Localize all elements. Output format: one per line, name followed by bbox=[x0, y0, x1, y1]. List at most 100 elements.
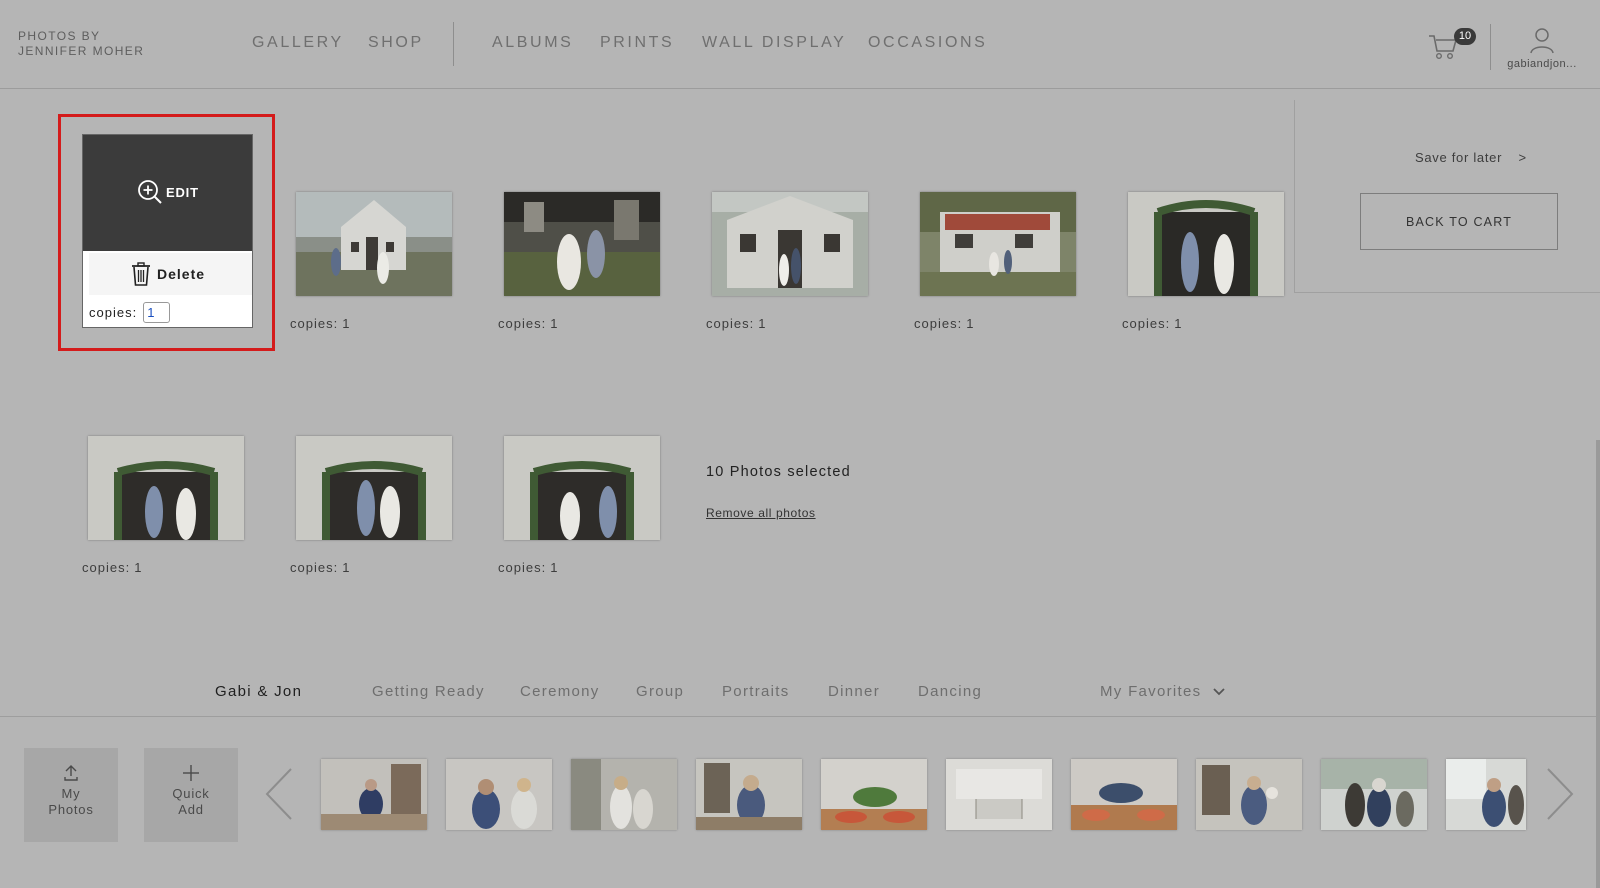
photo-image bbox=[504, 192, 660, 296]
filmstrip-image bbox=[1196, 759, 1302, 830]
filmstrip-thumbnail[interactable] bbox=[946, 759, 1052, 830]
copies-label: copies: bbox=[82, 560, 131, 575]
filmstrip-image bbox=[696, 759, 802, 830]
copies-row: copies: 1 bbox=[290, 560, 350, 575]
copies-label: copies: bbox=[706, 316, 755, 331]
nav-occasions[interactable]: OCCASIONS bbox=[868, 34, 987, 52]
filmstrip-image bbox=[446, 759, 552, 830]
edit-label-group: EDIT bbox=[137, 179, 199, 205]
copies-label: copies: bbox=[290, 560, 339, 575]
brand-line-2: JENNIFER MOHER bbox=[18, 44, 145, 58]
brand-line-1: PHOTOS BY bbox=[18, 29, 101, 43]
filmstrip-prev-arrow[interactable] bbox=[264, 766, 294, 822]
trash-icon bbox=[132, 262, 150, 286]
photos-selected-count: 10 Photos selected bbox=[706, 464, 851, 480]
brand-logo[interactable]: PHOTOS BY JENNIFER MOHER bbox=[18, 29, 144, 59]
copies-value: 1 bbox=[1174, 316, 1183, 331]
copies-row: copies: 1 bbox=[498, 560, 558, 575]
my-photos-button[interactable]: My Photos bbox=[24, 748, 118, 842]
filmstrip-thumbnail[interactable] bbox=[321, 759, 427, 830]
remove-all-photos-link[interactable]: Remove all photos bbox=[706, 506, 816, 520]
filmstrip-thumbnail[interactable] bbox=[696, 759, 802, 830]
my-favorites-dropdown[interactable]: My Favorites bbox=[1100, 683, 1225, 700]
chevron-left-icon bbox=[265, 768, 292, 820]
tabs-divider bbox=[0, 716, 1600, 717]
photo-thumbnail[interactable] bbox=[88, 436, 244, 540]
copies-input[interactable] bbox=[143, 302, 171, 323]
photo-image bbox=[712, 192, 868, 296]
filmstrip-next-arrow[interactable] bbox=[1545, 766, 1575, 822]
photo-thumbnail[interactable] bbox=[920, 192, 1076, 296]
filmstrip-thumbnail[interactable] bbox=[821, 759, 927, 830]
photo-image bbox=[920, 192, 1076, 296]
filmstrip-thumbnail[interactable] bbox=[1446, 759, 1526, 830]
filmstrip-image bbox=[946, 759, 1052, 830]
nav-prints[interactable]: PRINTS bbox=[600, 34, 674, 52]
user-account-button[interactable]: gabiandjon... bbox=[1500, 26, 1584, 76]
tab-getting-ready[interactable]: Getting Ready bbox=[372, 683, 485, 700]
photo-item: copies: 1 bbox=[498, 436, 660, 586]
photo-item: copies: 1 bbox=[82, 436, 244, 586]
filmstrip-thumbnail[interactable] bbox=[446, 759, 552, 830]
nav-gallery[interactable]: GALLERY bbox=[252, 34, 344, 52]
back-to-cart-button[interactable]: BACK TO CART bbox=[1360, 193, 1558, 250]
filmstrip-thumbnail[interactable] bbox=[1321, 759, 1427, 830]
photo-image bbox=[504, 436, 660, 540]
quick-add-button[interactable]: Quick Add bbox=[144, 748, 238, 842]
zoom-in-icon bbox=[138, 180, 162, 204]
chevron-right-icon: > bbox=[1518, 150, 1527, 165]
photo-item: copies: 1 bbox=[914, 192, 1076, 342]
top-header: PHOTOS BY JENNIFER MOHER GALLERY SHOP AL… bbox=[0, 0, 1600, 89]
filmstrip-image bbox=[1321, 759, 1427, 830]
copies-label: copies: bbox=[1122, 316, 1171, 331]
filmstrip-thumbnail[interactable] bbox=[571, 759, 677, 830]
tab-dinner[interactable]: Dinner bbox=[828, 683, 880, 700]
nav-albums[interactable]: ALBUMS bbox=[492, 34, 573, 52]
filmstrip-thumbnail[interactable] bbox=[1071, 759, 1177, 830]
tab-group[interactable]: Group bbox=[636, 683, 684, 700]
copies-row: copies: 1 bbox=[706, 316, 766, 331]
cart-side-panel: Save for later > BACK TO CART bbox=[1294, 100, 1600, 293]
copies-label: copies: bbox=[290, 316, 339, 331]
page-scrollbar[interactable] bbox=[1596, 440, 1600, 888]
active-copies-row: copies: bbox=[89, 302, 171, 323]
photo-item: copies: 1 bbox=[290, 436, 452, 586]
delete-photo-button[interactable]: Delete bbox=[89, 253, 252, 295]
photo-thumbnail[interactable] bbox=[712, 192, 868, 296]
tab-portraits[interactable]: Portraits bbox=[722, 683, 790, 700]
photo-item: copies: 1 bbox=[290, 192, 452, 342]
photo-item: copies: 1 bbox=[498, 192, 660, 342]
photo-image bbox=[88, 436, 244, 540]
copies-value: 1 bbox=[134, 560, 143, 575]
copies-row: copies: 1 bbox=[914, 316, 974, 331]
photo-thumbnail[interactable] bbox=[504, 192, 660, 296]
copies-value: 1 bbox=[550, 560, 559, 575]
quick-add-label-1: Quick bbox=[172, 786, 210, 801]
copies-label: copies: bbox=[89, 305, 138, 320]
chevron-right-icon bbox=[1547, 768, 1574, 820]
copies-value: 1 bbox=[342, 316, 351, 331]
filmstrip-thumbnail[interactable] bbox=[1196, 759, 1302, 830]
cart-button[interactable]: 10 bbox=[1428, 26, 1476, 62]
tab-ceremony[interactable]: Ceremony bbox=[520, 683, 600, 700]
tab-dancing[interactable]: Dancing bbox=[918, 683, 982, 700]
nav-shop[interactable]: SHOP bbox=[368, 34, 424, 52]
photo-thumbnail[interactable] bbox=[504, 436, 660, 540]
my-favorites-label: My Favorites bbox=[1100, 683, 1202, 700]
copies-label: copies: bbox=[914, 316, 963, 331]
copies-row: copies: 1 bbox=[82, 560, 142, 575]
photo-image bbox=[296, 192, 452, 296]
save-for-later-link[interactable]: Save for later > bbox=[1415, 150, 1527, 165]
edit-photo-button[interactable]: EDIT bbox=[83, 135, 252, 251]
photo-thumbnail[interactable] bbox=[296, 192, 452, 296]
photo-thumbnail[interactable] bbox=[1128, 192, 1284, 296]
copies-value: 1 bbox=[550, 316, 559, 331]
tab-gabi-jon[interactable]: Gabi & Jon bbox=[215, 683, 302, 700]
filmstrip-image bbox=[321, 759, 427, 830]
photo-image bbox=[296, 436, 452, 540]
photo-thumbnail[interactable] bbox=[296, 436, 452, 540]
delete-label-group: Delete bbox=[131, 262, 205, 286]
copies-label: copies: bbox=[498, 560, 547, 575]
album-tabs: Gabi & Jon Getting Ready Ceremony Group … bbox=[0, 683, 1600, 711]
nav-wall-display[interactable]: WALL DISPLAY bbox=[702, 34, 846, 52]
